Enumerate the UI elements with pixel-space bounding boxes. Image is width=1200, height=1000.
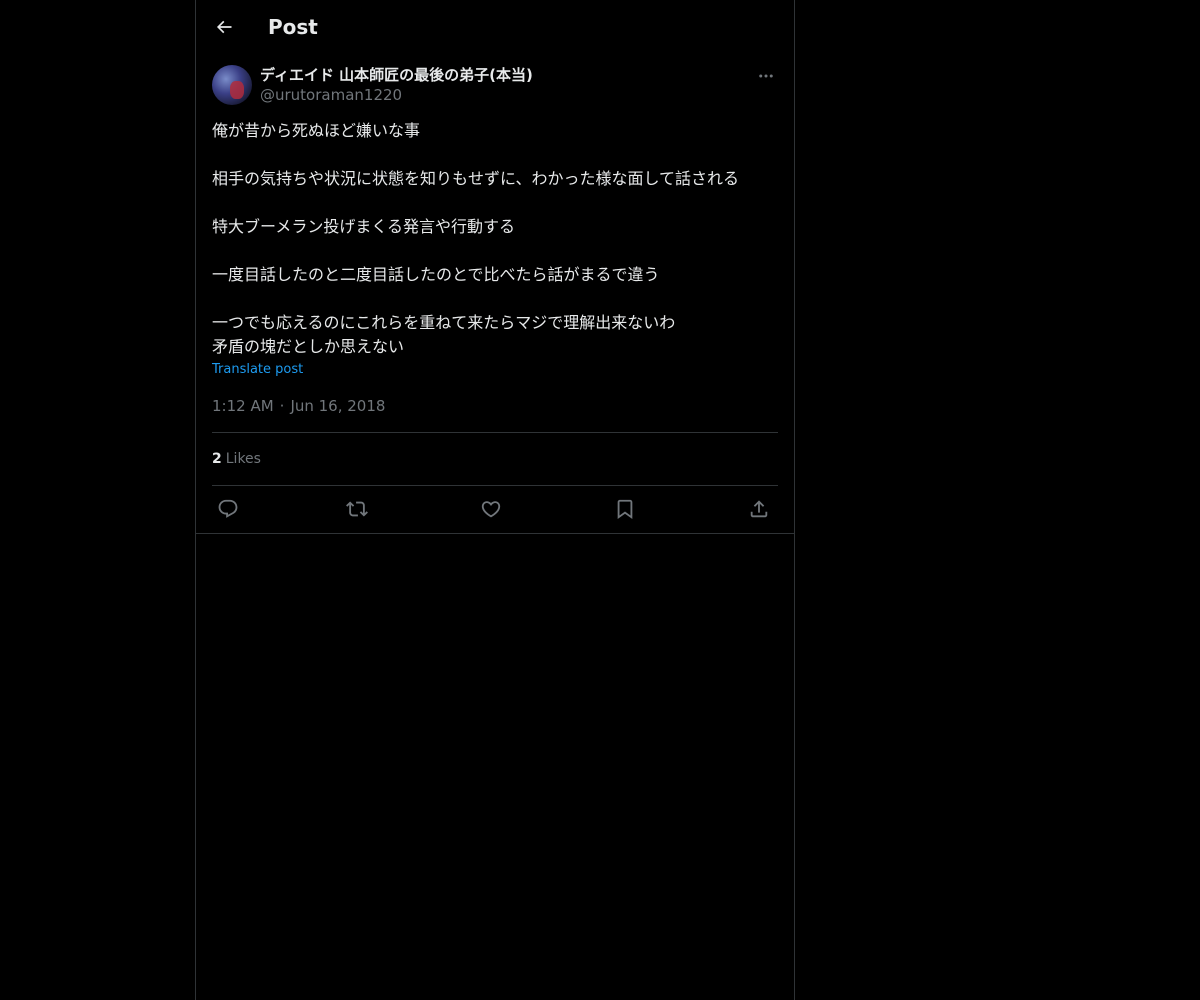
reply-icon [217,498,239,520]
bookmark-icon [614,498,636,520]
author-handle[interactable]: @urutoraman1220 [260,85,402,105]
primary-column: Post ディエイド 山本師匠の最後の弟子(本当) @urutoraman122… [195,0,795,1000]
share-button[interactable] [746,496,772,522]
action-bar [212,494,778,524]
likes-label: Likes [225,451,261,467]
like-button[interactable] [478,496,504,522]
back-button[interactable] [208,11,240,43]
reply-button[interactable] [215,496,241,522]
post-bottom-border [196,533,794,534]
page-header: Post [196,0,794,54]
post-text: 俺が昔から死ぬほど嫌いな事 相手の気持ちや状況に状態を知りもせずに、わかった様な… [212,121,740,356]
post-time: 1:12 AM [212,397,274,415]
more-dots-icon [757,67,775,85]
arrow-left-icon [214,17,234,37]
likes-count: 2 [212,451,222,467]
divider [212,432,778,433]
timestamp-separator: · [279,397,285,415]
page-title: Post [268,15,318,39]
likes-stat[interactable]: 2 Likes [212,449,261,469]
repost-button[interactable] [344,496,370,522]
more-options-button[interactable] [754,64,778,88]
author-display-name[interactable]: ディエイド 山本師匠の最後の弟子(本当) [260,64,533,86]
post-date: Jun 16, 2018 [290,397,386,415]
heart-icon [480,498,502,520]
post-timestamp[interactable]: 1:12 AM · Jun 16, 2018 [212,396,385,416]
translate-post-link[interactable]: Translate post [212,361,303,379]
divider [212,485,778,486]
repost-icon [346,498,368,520]
bookmark-button[interactable] [612,496,638,522]
share-icon [748,498,770,520]
avatar[interactable] [212,65,252,105]
